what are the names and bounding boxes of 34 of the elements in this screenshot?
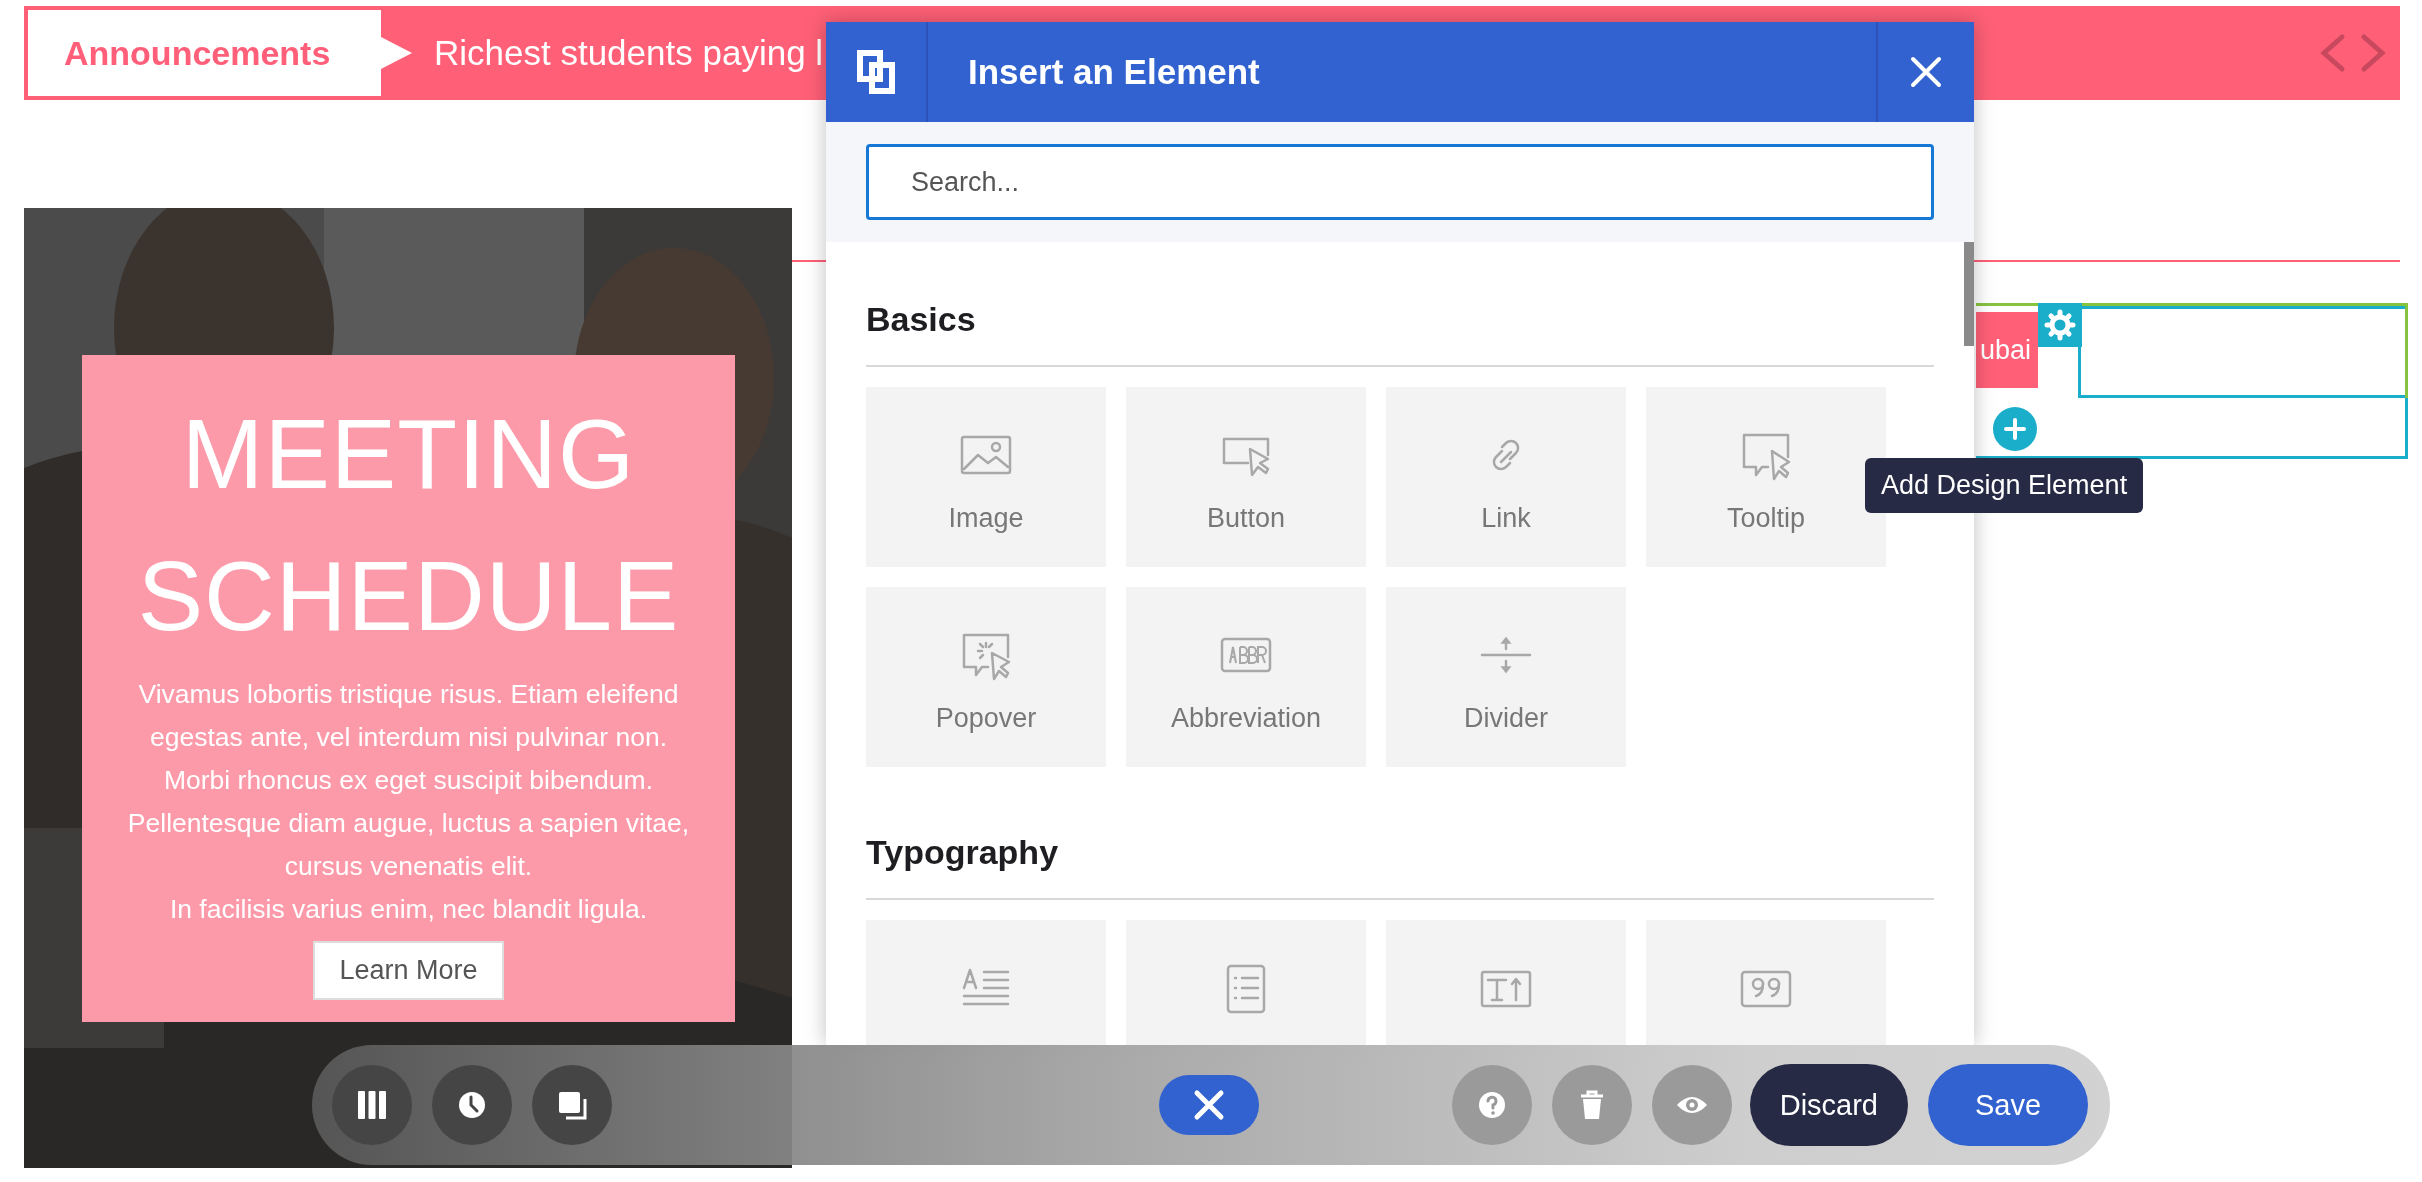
dubai-button[interactable]: ubai xyxy=(1976,312,2038,388)
search-field[interactable]: Search... xyxy=(866,144,1934,220)
tile-label: Popover xyxy=(935,703,1037,734)
element-tile[interactable]: Link xyxy=(1386,387,1626,567)
cancel-button[interactable] xyxy=(1158,1075,1259,1135)
settings-icon[interactable] xyxy=(2038,303,2082,347)
close-icon xyxy=(1910,56,1942,88)
add-icon[interactable] xyxy=(1992,406,2038,452)
element-tile[interactable]: Button xyxy=(1126,387,1366,567)
element-tile[interactable]: Popover xyxy=(866,587,1106,767)
dialog-title: Insert an Element xyxy=(967,51,1261,93)
section-heading: Typography xyxy=(866,833,1060,872)
scrollbar-thumb[interactable] xyxy=(1964,242,1974,346)
section-heading: Basics xyxy=(866,300,977,339)
prev-next-icon[interactable] xyxy=(2318,31,2388,75)
logo-icon xyxy=(856,49,896,95)
tile-label: Link xyxy=(1481,503,1531,534)
announcement-text: Richest students paying l xyxy=(434,33,824,73)
element-tile[interactable]: Image xyxy=(866,387,1106,567)
hero-paragraph: Vivamus lobortis tristique risus. Etiam eleifend egestas ante, vel interdum nisi pulvinar non. Morbi rhoncus ex eget suscipit bibendum. Pellentesque diam augue, luctus a sapien vitae, cursus venenatis elit. In facilisis varius enim, nec blandit ligula. xyxy=(127,678,690,926)
save-button[interactable]: Save xyxy=(1928,1064,2088,1146)
tooltip: Add Design Element xyxy=(1865,458,2144,513)
discard-button[interactable]: Discard xyxy=(1749,1064,1908,1146)
hero-title: SCHEDULE xyxy=(137,540,680,653)
hero-title: MEETING xyxy=(181,398,636,511)
tile-label: Tooltip xyxy=(1726,503,1805,534)
element-tile[interactable]: Abbreviation xyxy=(1126,587,1366,767)
close-icon xyxy=(1192,1089,1225,1121)
learn-more-button[interactable]: Learn More xyxy=(313,941,504,1000)
tile-label: Image xyxy=(948,503,1024,534)
element-tile[interactable]: Divider xyxy=(1386,587,1626,767)
tile-label: Divider xyxy=(1464,703,1548,734)
tile-label: Abbreviation xyxy=(1170,703,1322,734)
tile-label: Button xyxy=(1206,503,1286,534)
